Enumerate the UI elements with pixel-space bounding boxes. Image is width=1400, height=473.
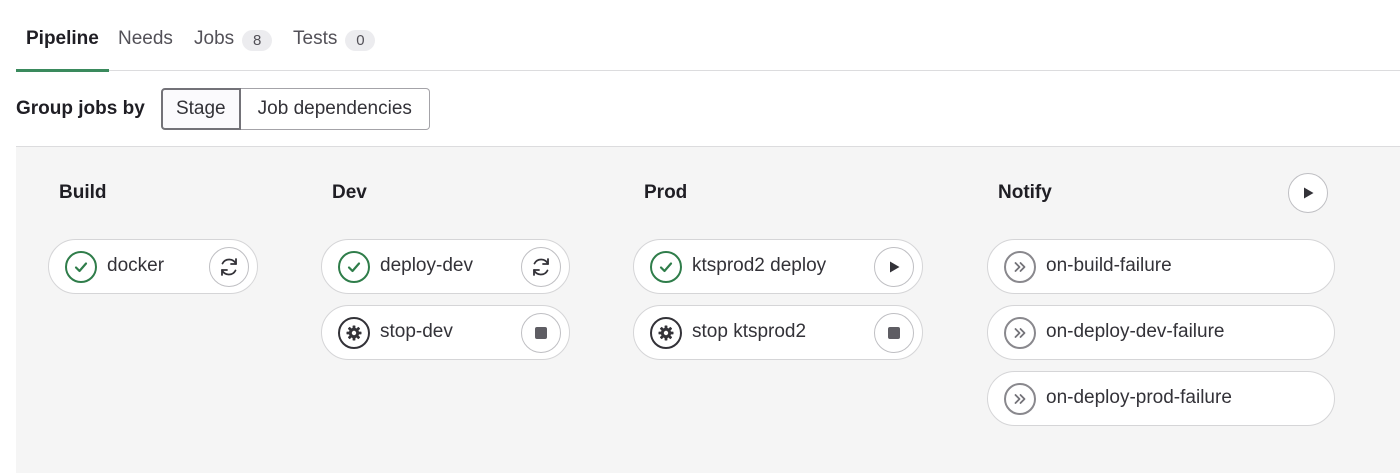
jobs-count-badge: 8 xyxy=(242,30,273,51)
gear-icon xyxy=(338,317,370,349)
job-on-deploy-prod-failure[interactable]: on-deploy-prod-failure xyxy=(987,371,1335,426)
check-circle-icon xyxy=(65,251,97,283)
tab-jobs[interactable]: Jobs 8 xyxy=(194,28,273,71)
job-name: on-build-failure xyxy=(1046,255,1172,276)
pipeline-graph: Build docker Dev deploy-dev stop-dev Pro… xyxy=(16,146,1400,473)
stage-title-notify: Notify xyxy=(998,182,1052,203)
tab-label: Jobs xyxy=(194,28,235,49)
tab-pipeline[interactable]: Pipeline xyxy=(16,28,109,72)
group-by-dependencies-button[interactable]: Job dependencies xyxy=(240,88,430,130)
play-icon[interactable] xyxy=(1288,173,1328,213)
job-on-build-failure[interactable]: on-build-failure xyxy=(987,239,1335,294)
job-name: on-deploy-dev-failure xyxy=(1046,321,1225,342)
job-name: on-deploy-prod-failure xyxy=(1046,387,1232,408)
job-on-deploy-dev-failure[interactable]: on-deploy-dev-failure xyxy=(987,305,1335,360)
tab-needs[interactable]: Needs xyxy=(118,28,173,71)
job-name: deploy-dev xyxy=(380,255,473,276)
tab-label: Tests xyxy=(293,28,338,49)
skipped-icon xyxy=(1004,383,1036,415)
stage-title-build: Build xyxy=(59,182,107,203)
pipeline-tabs: Pipeline Needs Jobs 8 Tests 0 xyxy=(16,0,1400,72)
job-name: stop ktsprod2 xyxy=(692,321,807,342)
retry-icon[interactable] xyxy=(521,247,561,287)
job-docker[interactable]: docker xyxy=(48,239,258,294)
job-stop-ktsprod2[interactable]: stop ktsprod2 xyxy=(633,305,923,360)
group-by-toggle: Stage Job dependencies xyxy=(160,88,430,130)
group-jobs-by-label: Group jobs by xyxy=(16,98,145,119)
job-stop-dev[interactable]: stop-dev xyxy=(321,305,570,360)
check-circle-icon xyxy=(650,251,682,283)
stage-title-prod: Prod xyxy=(644,182,688,203)
tab-label: Pipeline xyxy=(26,28,99,49)
retry-icon[interactable] xyxy=(209,247,249,287)
job-name: docker xyxy=(107,255,165,276)
tab-tests[interactable]: Tests 0 xyxy=(293,28,376,71)
stop-icon[interactable] xyxy=(874,313,914,353)
stop-icon[interactable] xyxy=(521,313,561,353)
gear-icon xyxy=(650,317,682,349)
job-name: stop-dev xyxy=(380,321,453,342)
active-tab-underline xyxy=(16,69,109,72)
stage-title-dev: Dev xyxy=(332,182,367,203)
job-deploy-dev[interactable]: deploy-dev xyxy=(321,239,570,294)
job-name: ktsprod2 deploy xyxy=(692,255,827,276)
job-ktsprod2-deploy[interactable]: ktsprod2 deploy xyxy=(633,239,923,294)
group-by-stage-button[interactable]: Stage xyxy=(160,88,241,130)
play-icon[interactable] xyxy=(874,247,914,287)
skipped-icon xyxy=(1004,251,1036,283)
check-circle-icon xyxy=(338,251,370,283)
skipped-icon xyxy=(1004,317,1036,349)
group-jobs-by: Group jobs by Stage Job dependencies xyxy=(16,88,430,130)
tab-label: Needs xyxy=(118,28,173,49)
tests-count-badge: 0 xyxy=(345,30,376,51)
